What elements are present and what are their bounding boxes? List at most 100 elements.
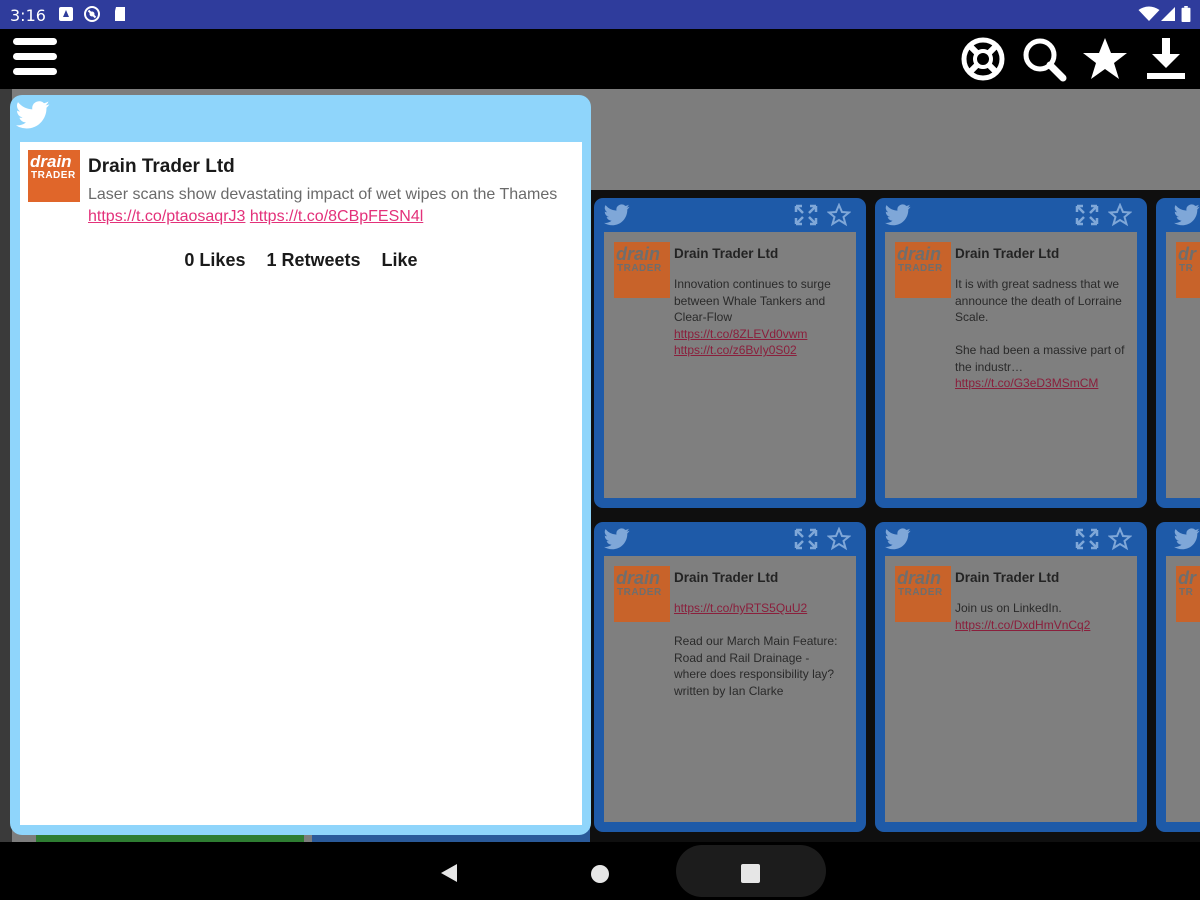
author-logo: drain TRADER — [614, 566, 670, 622]
tweet-text: It is with great sadness that we announc… — [955, 276, 1125, 392]
download-icon[interactable] — [1143, 36, 1189, 82]
expanded-tweet-dialog[interactable]: drain TRADER Drain Trader Ltd Laser scan… — [10, 95, 591, 835]
star-icon[interactable] — [1082, 36, 1128, 82]
app-bar — [0, 29, 1200, 89]
tweet-link[interactable]: https://t.co/8ZLEVd0vwm — [674, 327, 807, 341]
tweet-paragraph: Laser scans show devastating impact of w… — [88, 186, 558, 203]
notification-icon — [59, 7, 73, 21]
card-body: drain TRADER Drain Trader Ltd Innovation… — [604, 232, 856, 498]
logo-text: dr — [1178, 244, 1196, 264]
twitter-bird-icon — [885, 204, 911, 226]
twitter-bird-icon — [1174, 204, 1200, 226]
like-button[interactable]: Like — [382, 250, 418, 270]
card-header — [1156, 522, 1200, 556]
twitter-bird-icon — [1174, 528, 1200, 550]
logo-text: drain — [897, 244, 942, 264]
search-icon[interactable] — [1021, 36, 1067, 82]
card-header — [594, 522, 866, 556]
expand-icon[interactable] — [1075, 528, 1099, 550]
author-logo: dr TR — [1176, 242, 1200, 298]
logo-text: TRADER — [898, 587, 943, 598]
tweet-paragraph: Read our March Main Feature: Road and Ra… — [674, 634, 838, 698]
author-name: Drain Trader Ltd — [955, 246, 1060, 261]
card-header — [875, 198, 1147, 232]
status-bar: 3:16 — [0, 0, 1200, 29]
expand-icon[interactable] — [794, 528, 818, 550]
expand-icon[interactable] — [1075, 204, 1099, 226]
author-logo: drain TRADER — [895, 242, 951, 298]
logo-text: TR — [1179, 263, 1194, 274]
logo-text: TRADER — [898, 263, 943, 274]
tweet-link[interactable]: https://t.co/G3eD3MSmCM — [955, 376, 1098, 390]
tweet-text: https://t.co/hyRTS5QuU2 Read our March M… — [674, 600, 844, 699]
back-icon[interactable] — [440, 863, 458, 883]
card-header — [875, 522, 1147, 556]
tweet-panel: drain TRADER Drain Trader Ltd Laser scan… — [20, 142, 582, 825]
tweet-card[interactable]: drain TRADER Drain Trader Ltd Innovation… — [594, 198, 866, 508]
card-body: dr TR — [1166, 556, 1200, 822]
retweets-count: 1 Retweets — [266, 250, 361, 270]
status-time: 3:16 — [10, 6, 46, 25]
logo-text: TRADER — [617, 587, 662, 598]
favorite-star-icon[interactable] — [827, 203, 851, 227]
tweet-link[interactable]: https://t.co/z6BvIy0S02 — [674, 343, 797, 357]
tweet-paragraph: It is with great sadness that we announc… — [955, 277, 1122, 324]
author-logo: drain TRADER — [28, 150, 80, 202]
card-header — [594, 198, 866, 232]
tweet-stats: 0 Likes 1 Retweets Like — [20, 250, 582, 271]
logo-text: drain — [30, 152, 72, 171]
author-name: Drain Trader Ltd — [674, 570, 779, 585]
tweet-paragraph: Join us on LinkedIn. — [955, 601, 1062, 615]
tweet-text: Join us on LinkedIn. https://t.co/DxdHmV… — [955, 600, 1125, 633]
expand-icon[interactable] — [794, 204, 818, 226]
favorite-star-icon[interactable] — [1108, 203, 1132, 227]
card-body: dr TR — [1166, 232, 1200, 498]
logo-text: drain — [897, 568, 942, 588]
tweet-link[interactable]: https://t.co/ptaosaqrJ3 — [88, 208, 245, 225]
navigation-bar — [0, 842, 1200, 900]
tweet-text: Laser scans show devastating impact of w… — [88, 184, 578, 228]
tweet-paragraph: Innovation continues to surge between Wh… — [674, 277, 831, 324]
logo-text: TRADER — [617, 263, 662, 274]
sd-card-icon — [115, 7, 125, 21]
tweet-link[interactable]: https://t.co/DxdHmVnCq2 — [955, 618, 1090, 632]
tweet-text: Innovation continues to surge between Wh… — [674, 276, 844, 359]
author-name: Drain Trader Ltd — [955, 570, 1060, 585]
logo-text: TR — [1179, 587, 1194, 598]
author-logo: drain TRADER — [895, 566, 951, 622]
recents-icon[interactable] — [741, 864, 760, 883]
signal-icon — [1161, 7, 1175, 21]
tweet-card[interactable]: drain TRADER Drain Trader Ltd Join us on… — [875, 522, 1147, 832]
wifi-icon — [1138, 6, 1160, 21]
logo-text: TRADER — [31, 170, 76, 181]
twitter-bird-icon — [604, 528, 630, 550]
twitter-bird-icon — [604, 204, 630, 226]
author-name: Drain Trader Ltd — [674, 246, 779, 261]
tweet-card[interactable]: dr TR — [1156, 198, 1200, 508]
twitter-bird-icon — [885, 528, 911, 550]
author-name: Drain Trader Ltd — [88, 156, 235, 177]
battery-icon — [1181, 6, 1191, 22]
likes-count: 0 Likes — [184, 250, 246, 270]
author-logo: drain TRADER — [614, 242, 670, 298]
favorite-star-icon[interactable] — [1108, 527, 1132, 551]
home-icon[interactable] — [590, 864, 610, 884]
card-body: drain TRADER Drain Trader Ltd It is with… — [885, 232, 1137, 498]
help-lifebuoy-icon[interactable] — [960, 36, 1006, 82]
tweet-card[interactable]: dr TR — [1156, 522, 1200, 832]
twitter-bird-icon — [16, 101, 50, 129]
card-body: drain TRADER Drain Trader Ltd Join us on… — [885, 556, 1137, 822]
vpn-icon — [84, 6, 100, 22]
tweet-card[interactable]: drain TRADER Drain Trader Ltd It is with… — [875, 198, 1147, 508]
logo-text: dr — [1178, 568, 1196, 588]
card-body: drain TRADER Drain Trader Ltd https://t.… — [604, 556, 856, 822]
logo-text: drain — [616, 244, 661, 264]
author-logo: dr TR — [1176, 566, 1200, 622]
menu-icon[interactable] — [13, 36, 59, 78]
tweet-link[interactable]: https://t.co/hyRTS5QuU2 — [674, 601, 807, 615]
logo-text: drain — [616, 568, 661, 588]
favorite-star-icon[interactable] — [827, 527, 851, 551]
tweet-card[interactable]: drain TRADER Drain Trader Ltd https://t.… — [594, 522, 866, 832]
tweet-paragraph: She had been a massive part of the indus… — [955, 343, 1125, 374]
tweet-link[interactable]: https://t.co/8CBpFESN4l — [250, 208, 423, 225]
